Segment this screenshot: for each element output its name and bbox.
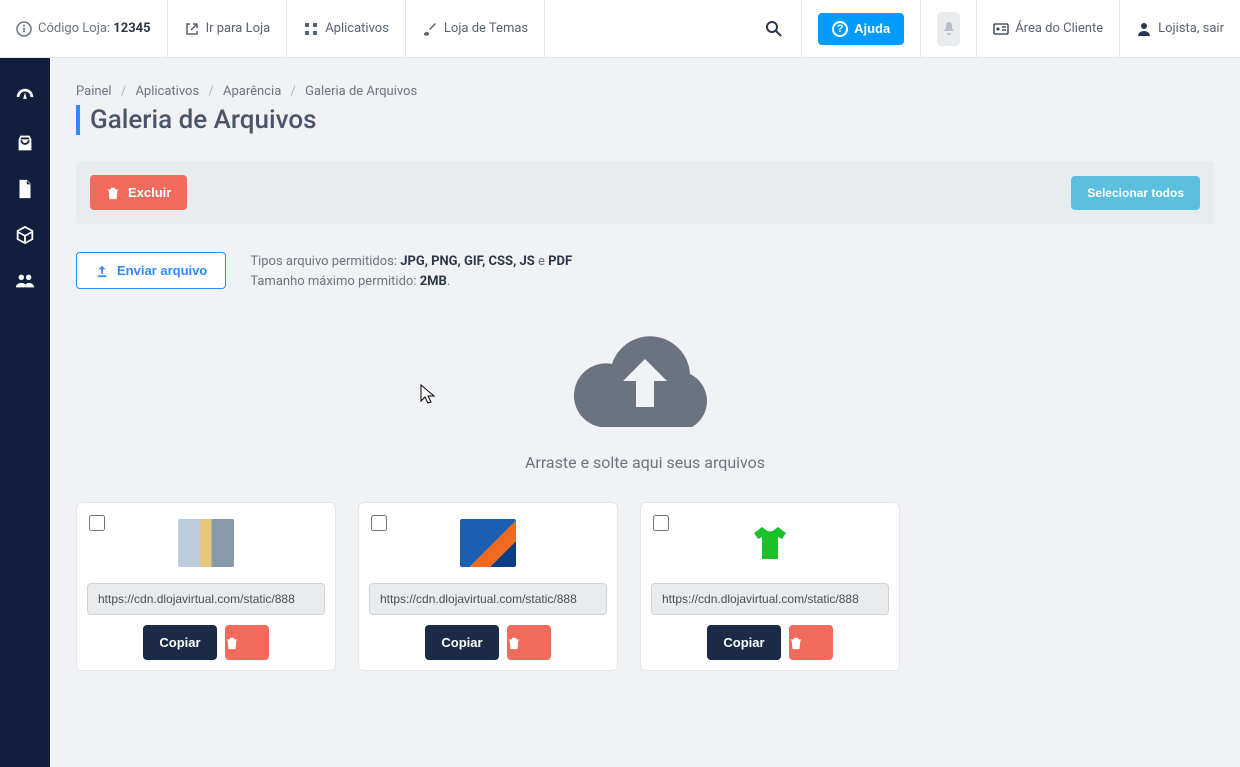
upload-row: Enviar arquivo Tipos arquivo permitidos:…: [76, 252, 1214, 291]
go-to-store-link[interactable]: Ir para Loja: [168, 0, 288, 57]
copy-button[interactable]: Copiar: [143, 625, 216, 660]
file-url-field[interactable]: [369, 583, 607, 615]
bell-icon: [941, 21, 957, 37]
page-title: Galeria de Arquivos: [76, 105, 1214, 135]
brush-icon: [422, 21, 438, 37]
cursor-icon: [420, 384, 436, 404]
theme-store-link[interactable]: Loja de Temas: [406, 0, 545, 57]
file-checkbox[interactable]: [371, 515, 387, 531]
main-content: Painel / Aplicativos / Aparência / Galer…: [50, 58, 1240, 767]
trash-icon: [507, 636, 521, 650]
sidebar-item-customers[interactable]: [14, 270, 36, 292]
trash-icon: [106, 186, 120, 200]
file-checkbox[interactable]: [89, 515, 105, 531]
search-button[interactable]: [746, 0, 802, 57]
dropzone[interactable]: Arraste e solte aqui seus arquivos: [76, 309, 1214, 502]
file-card: Copiar: [76, 502, 336, 671]
apps-link[interactable]: Aplicativos: [287, 0, 406, 57]
file-card: Copiar: [358, 502, 618, 671]
sidebar: [0, 58, 50, 767]
file-card: Copiar: [640, 502, 900, 671]
upload-icon: [95, 264, 109, 278]
client-area-link[interactable]: Área do Cliente: [977, 0, 1120, 57]
file-thumbnail[interactable]: [87, 515, 325, 571]
delete-file-button[interactable]: [225, 625, 269, 660]
breadcrumb-item[interactable]: Painel: [76, 84, 112, 99]
file-url-field[interactable]: [87, 583, 325, 615]
help-button[interactable]: ? Ajuda: [818, 13, 904, 45]
trash-icon: [789, 636, 803, 650]
info-icon: [16, 21, 32, 37]
breadcrumb-item[interactable]: Aplicativos: [135, 84, 199, 99]
breadcrumb-item-current: Galeria de Arquivos: [305, 84, 417, 99]
store-code: Código Loja: 12345: [0, 0, 168, 57]
search-icon: [764, 19, 784, 39]
upload-info: Tipos arquivo permitidos: JPG, PNG, GIF,…: [250, 252, 572, 291]
sidebar-item-documents[interactable]: [14, 178, 36, 200]
external-link-icon: [184, 21, 200, 37]
breadcrumb-item[interactable]: Aparência: [223, 84, 281, 99]
delete-file-button[interactable]: [507, 625, 551, 660]
delete-file-button[interactable]: [789, 625, 833, 660]
cloud-upload-icon: [560, 319, 730, 439]
file-checkbox[interactable]: [653, 515, 669, 531]
tshirt-icon: [750, 523, 790, 563]
file-url-field[interactable]: [651, 583, 889, 615]
copy-button[interactable]: Copiar: [425, 625, 498, 660]
help-icon: ?: [832, 21, 848, 37]
sidebar-item-orders[interactable]: [14, 132, 36, 154]
breadcrumb: Painel / Aplicativos / Aparência / Galer…: [76, 84, 1214, 99]
upload-button[interactable]: Enviar arquivo: [76, 252, 226, 289]
help-cell: ? Ajuda: [802, 0, 921, 57]
id-card-icon: [993, 21, 1009, 37]
grid-icon: [303, 21, 319, 37]
sidebar-item-dashboard[interactable]: [14, 86, 36, 108]
store-code-value: 12345: [113, 21, 150, 36]
sidebar-item-products[interactable]: [14, 224, 36, 246]
delete-button[interactable]: Excluir: [90, 175, 187, 210]
top-header: Código Loja: 12345 Ir para Loja Aplicati…: [0, 0, 1240, 58]
file-thumbnail[interactable]: [369, 515, 607, 571]
user-icon: [1136, 21, 1152, 37]
trash-icon: [225, 636, 239, 650]
file-thumbnail[interactable]: [651, 515, 889, 571]
file-grid: Copiar Copiar: [76, 502, 1214, 671]
bulk-toolbar: Excluir Selecionar todos: [76, 161, 1214, 224]
select-all-button[interactable]: Selecionar todos: [1071, 176, 1200, 210]
store-code-label: Código Loja:: [38, 21, 110, 36]
copy-button[interactable]: Copiar: [707, 625, 780, 660]
dropzone-label: Arraste e solte aqui seus arquivos: [76, 453, 1214, 472]
notifications-button[interactable]: [921, 0, 977, 57]
logout-link[interactable]: Lojista, sair: [1120, 0, 1240, 57]
